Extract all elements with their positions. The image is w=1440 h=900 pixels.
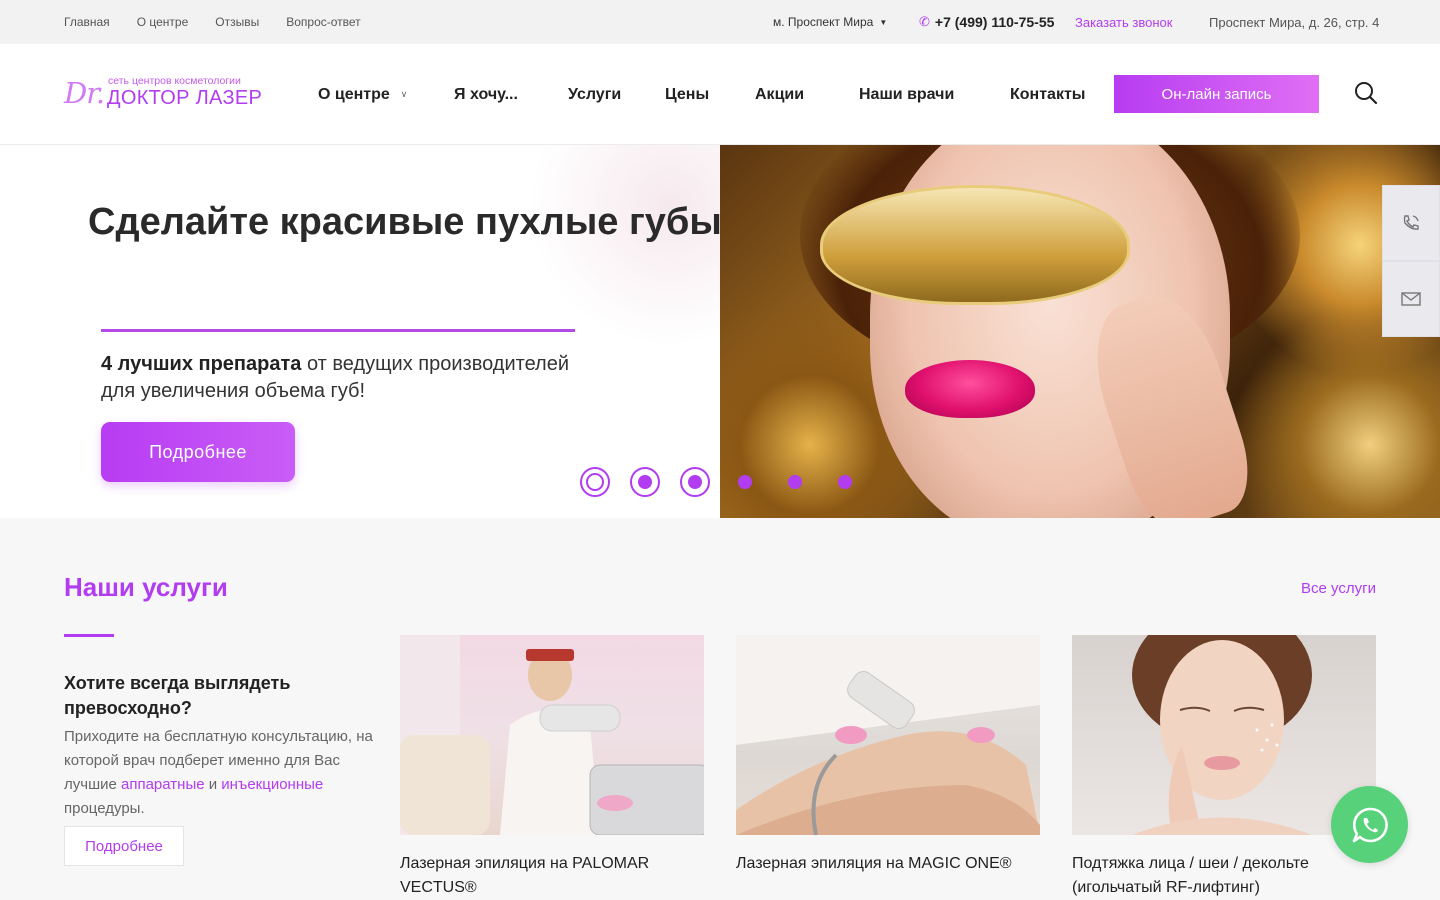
injection-procedures-link[interactable]: инъекционные (221, 776, 323, 793)
phone-callback-icon[interactable] (1382, 185, 1440, 261)
hero-image-woman-with-mask (720, 145, 1440, 518)
service-card-caption: Лазерная эпиляция на MAGIC ONE® (736, 855, 1012, 872)
nav-item-promos[interactable]: Акции (755, 44, 804, 145)
phone-number[interactable]: ✆ +7 (499) 110-75-55 (919, 0, 1054, 44)
nav-item-i-want[interactable]: Я хочу... (454, 44, 518, 145)
nav-item-about[interactable]: О центре ∨ (318, 44, 407, 145)
search-icon[interactable] (1354, 81, 1378, 105)
mail-icon[interactable] (1382, 261, 1440, 337)
slider-dots (580, 467, 880, 497)
services-intro-heading: Хотите всегда выглядеть превосходно? (64, 673, 291, 718)
slider-dot-4[interactable] (730, 467, 760, 497)
hero-text-bold: 4 лучших препарата (101, 353, 302, 375)
service-card[interactable]: Лазерная эпиляция на MAGIC ONE® (736, 635, 1040, 876)
service-card[interactable]: Подтяжка лица / шеи / декольте (игольчат… (1072, 635, 1376, 900)
whatsapp-button[interactable] (1331, 786, 1408, 863)
intro-text-part: процедуры. (64, 800, 145, 817)
main-header: Dr. сеть центров косметологии ДОКТОР ЛАЗ… (0, 44, 1440, 145)
hardware-procedures-link[interactable]: аппаратные (121, 776, 205, 793)
service-image-face-lifting (1072, 635, 1376, 835)
slider-dot-6[interactable] (830, 467, 860, 497)
nav-item-prices[interactable]: Цены (665, 44, 709, 145)
phone-text: +7 (499) 110-75-55 (934, 14, 1055, 30)
service-card-caption: Подтяжка лица / шеи / декольте (игольчат… (1072, 855, 1309, 896)
hero-title: Сделайте красивые пухлые губы (88, 201, 722, 243)
chevron-down-icon: ∨ (400, 89, 408, 99)
nav-item-about-label: О центре (318, 85, 390, 103)
hero-divider (101, 329, 575, 332)
slider-dot-5[interactable] (780, 467, 810, 497)
services-title: Наши услуги (64, 572, 228, 602)
hero-more-button[interactable]: Подробнее (101, 422, 295, 482)
caret-down-icon: ▼ (879, 17, 888, 27)
hero-slider: Сделайте красивые пухлые губы 4 лучших п… (0, 145, 1440, 518)
logo[interactable]: Dr. сеть центров косметологии ДОКТОР ЛАЗ… (64, 74, 264, 114)
service-image-laser-epilation (400, 635, 704, 835)
callback-link[interactable]: Заказать звонок (1075, 0, 1172, 44)
service-card[interactable]: Лазерная эпиляция на PALOMAR VECTUS® (400, 635, 704, 900)
service-card-caption: Лазерная эпиляция на PALOMAR VECTUS® (400, 855, 650, 896)
nav-item-doctors[interactable]: Наши врачи (859, 44, 954, 145)
metro-label: м. Проспект Мира (773, 15, 874, 29)
top-nav-faq[interactable]: Вопрос-ответ (286, 15, 360, 29)
nav-item-contacts[interactable]: Контакты (1010, 44, 1085, 145)
services-more-button[interactable]: Подробнее (64, 826, 184, 866)
intro-text-part: и (204, 776, 222, 793)
services-divider (64, 634, 114, 637)
services-intro-text: Приходите на бесплатную консультацию, на… (64, 725, 374, 821)
top-nav-home[interactable]: Главная (64, 15, 110, 29)
logo-dr: Dr. (64, 76, 105, 110)
whatsapp-icon (1352, 807, 1388, 842)
top-nav: Главная О центре Отзывы Вопрос-ответ (64, 0, 388, 44)
metro-selector[interactable]: м. Проспект Мира ▼ (773, 0, 887, 44)
all-services-link[interactable]: Все услуги (1301, 580, 1376, 597)
slider-dot-3[interactable] (680, 467, 710, 497)
top-nav-reviews[interactable]: Отзывы (215, 15, 259, 29)
phone-icon: ✆ (919, 14, 930, 29)
hero-text: 4 лучших препарата от ведущих производит… (101, 351, 581, 405)
hero-text-panel: Сделайте красивые пухлые губы 4 лучших п… (0, 145, 722, 518)
service-image-leg-epilation (736, 635, 1040, 835)
top-bar: Главная О центре Отзывы Вопрос-ответ м. … (0, 0, 1440, 44)
top-nav-about[interactable]: О центре (137, 15, 189, 29)
online-booking-button[interactable]: Он-лайн запись (1114, 75, 1319, 113)
nav-item-services[interactable]: Услуги (568, 44, 621, 145)
slider-dot-1[interactable] (580, 467, 610, 497)
logo-name: ДОКТОР ЛАЗЕР (107, 87, 263, 109)
address: Проспект Мира, д. 26, стр. 4 (1209, 14, 1380, 30)
slider-dot-2[interactable] (630, 467, 660, 497)
logo-subtitle: сеть центров косметологии (108, 75, 241, 87)
